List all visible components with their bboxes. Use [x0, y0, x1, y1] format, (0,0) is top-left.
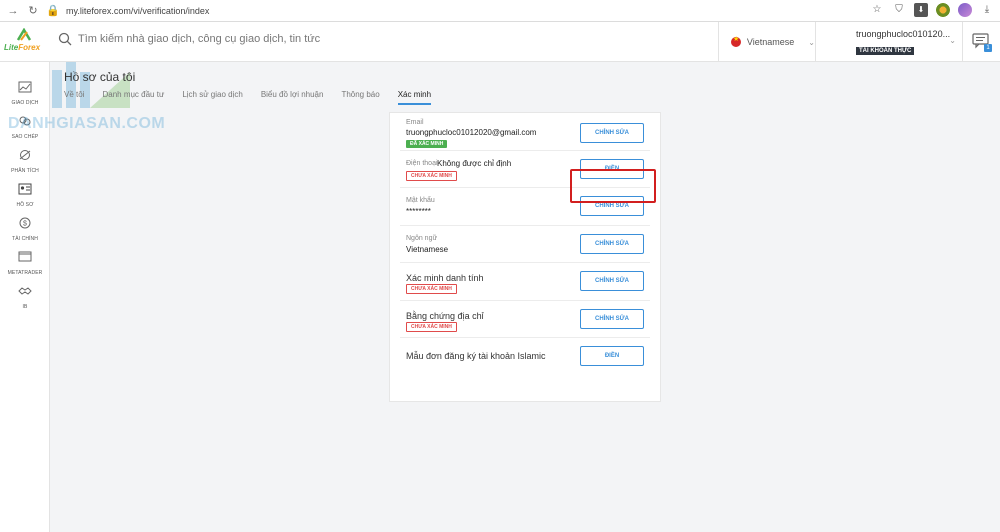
- profile-avatar-icon[interactable]: [958, 3, 972, 17]
- handshake-icon: [18, 287, 32, 295]
- extension-icon[interactable]: [936, 3, 950, 17]
- sidebar-item-ib[interactable]: IB: [0, 280, 50, 314]
- sidebar-item-label: PHÂN TÍCH: [11, 168, 39, 174]
- sidebar-item-label: METATRADER: [7, 270, 43, 276]
- language-selector[interactable]: Vietnamese ⌄: [718, 22, 816, 62]
- app-header: LiteForex Tìm kiếm nhà giao dịch, công c…: [0, 22, 1000, 62]
- svg-text:$: $: [23, 221, 27, 228]
- trade-chart-icon: [18, 81, 32, 93]
- logo-text-forex: Forex: [18, 43, 41, 52]
- download-ext-icon[interactable]: ⬇: [914, 3, 928, 17]
- sidebar-item-metatrader[interactable]: METATRADER: [0, 246, 50, 280]
- address-bar[interactable]: my.liteforex.com/vi/verification/index: [66, 6, 209, 16]
- language-row: Ngôn ngữ Vietnamese CHỈNH SỬA: [400, 226, 650, 263]
- profile-tabs: Về tôi Danh mục đầu tư Lịch sử giao dịch…: [64, 90, 449, 105]
- islamic-row: Mẫu đơn đăng ký tài khoản Islamic ĐIỀN: [400, 338, 650, 376]
- profile-card-icon: [18, 183, 32, 195]
- status-badge: ĐÃ XÁC MINH: [406, 140, 448, 148]
- email-label: Email: [406, 119, 424, 126]
- download-icon[interactable]: ⤓: [980, 3, 994, 17]
- sidebar-item-finance[interactable]: $ TÀI CHÍNH: [0, 212, 50, 246]
- language-value: Vietnamese: [406, 244, 449, 254]
- star-icon[interactable]: ☆: [870, 3, 884, 17]
- chevron-down-icon: ⌄: [808, 37, 815, 47]
- tab-profit-chart[interactable]: Biểu đồ lợi nhuận: [261, 90, 324, 105]
- status-badge: CHƯA XÁC MINH: [406, 321, 457, 332]
- lock-icon: 🔒: [46, 4, 60, 17]
- fill-islamic-button[interactable]: ĐIỀN: [580, 346, 644, 366]
- sidebar-item-profile[interactable]: HỒ SƠ: [0, 178, 50, 212]
- edit-identity-button[interactable]: CHỈNH SỬA: [580, 271, 644, 291]
- edit-email-button[interactable]: CHỈNH SỬA: [580, 123, 644, 143]
- tab-verification[interactable]: Xác minh: [397, 90, 432, 105]
- sidebar-item-label: SAO CHÉP: [11, 134, 39, 140]
- watermark-text: DANHGIASAN.COM: [8, 115, 166, 132]
- search-bar[interactable]: Tìm kiếm nhà giao dịch, công cụ giao dịc…: [58, 32, 320, 46]
- edit-address-button[interactable]: CHỈNH SỬA: [580, 308, 644, 329]
- shield-icon[interactable]: ⛉: [892, 3, 906, 17]
- email-row: Email truongphucloc01012020@gmail.com ĐÃ…: [400, 113, 650, 151]
- account-type-badge: TÀI KHOẢN THỰC: [856, 47, 915, 55]
- tab-portfolio[interactable]: Danh mục đầu tư: [102, 90, 164, 105]
- account-menu[interactable]: truongphucloc010120... TÀI KHOẢN THỰC ⌄: [818, 22, 963, 62]
- sidebar-item-analysis[interactable]: PHÂN TÍCH: [0, 144, 50, 178]
- monitor-icon: [18, 251, 32, 262]
- chevron-down-icon: ⌄: [949, 36, 956, 45]
- tab-trade-history[interactable]: Lịch sử giao dịch: [182, 90, 243, 105]
- browser-actions: ☆ ⛉ ⬇ ⤓: [870, 3, 994, 17]
- forward-arrow-icon[interactable]: →: [6, 4, 20, 18]
- phone-value: Không được chỉ định: [437, 158, 512, 168]
- language-label: Vietnamese: [746, 37, 795, 47]
- sidebar-item-label: IB: [22, 304, 28, 310]
- address-label: Bằng chứng địa chỉ: [406, 310, 484, 321]
- password-label: Mật khẩu: [406, 197, 435, 204]
- logo-mark-icon: [16, 28, 32, 41]
- vietnam-flag-icon: [731, 35, 741, 47]
- status-badge: CHƯA XÁC MINH: [406, 170, 457, 181]
- phone-label: Điện thoại: [406, 159, 438, 167]
- dollar-icon: $: [19, 217, 31, 229]
- edit-language-button[interactable]: CHỈNH SỬA: [580, 233, 644, 254]
- analysis-icon: [19, 150, 31, 160]
- highlight-annotation: [570, 169, 656, 203]
- reload-icon[interactable]: ↻: [26, 4, 40, 18]
- notifications-button[interactable]: 1: [972, 33, 992, 52]
- password-value: ********: [406, 207, 431, 216]
- status-badge: CHƯA XÁC MINH: [406, 284, 457, 294]
- notification-count: 1: [984, 44, 992, 52]
- search-input[interactable]: Tìm kiếm nhà giao dịch, công cụ giao dịc…: [78, 33, 320, 45]
- sidebar-item-label: HỒ SƠ: [16, 202, 34, 208]
- verification-card: Email truongphucloc01012020@gmail.com ĐÃ…: [389, 112, 661, 402]
- account-name: truongphucloc010120...: [856, 29, 951, 39]
- identity-row: Xác minh danh tính CHƯA XÁC MINH CHỈNH S…: [400, 263, 650, 301]
- logo-text-lite: Lite: [4, 43, 19, 52]
- language-label: Ngôn ngữ: [406, 234, 438, 242]
- islamic-label: Mẫu đơn đăng ký tài khoản Islamic: [406, 351, 546, 361]
- page-title: Hồ sơ của tôi: [64, 70, 136, 84]
- tab-notifications[interactable]: Thông báo: [341, 90, 379, 105]
- address-row: Bằng chứng địa chỉ CHƯA XÁC MINH CHỈNH S…: [400, 301, 650, 338]
- tab-about-me[interactable]: Về tôi: [64, 90, 84, 105]
- email-value: truongphucloc01012020@gmail.com: [406, 128, 537, 137]
- sidebar-item-label: TÀI CHÍNH: [12, 236, 38, 242]
- search-icon: [58, 32, 72, 46]
- browser-toolbar: → ↻ 🔒 my.liteforex.com/vi/verification/i…: [0, 0, 1000, 22]
- identity-label: Xác minh danh tính: [406, 273, 484, 283]
